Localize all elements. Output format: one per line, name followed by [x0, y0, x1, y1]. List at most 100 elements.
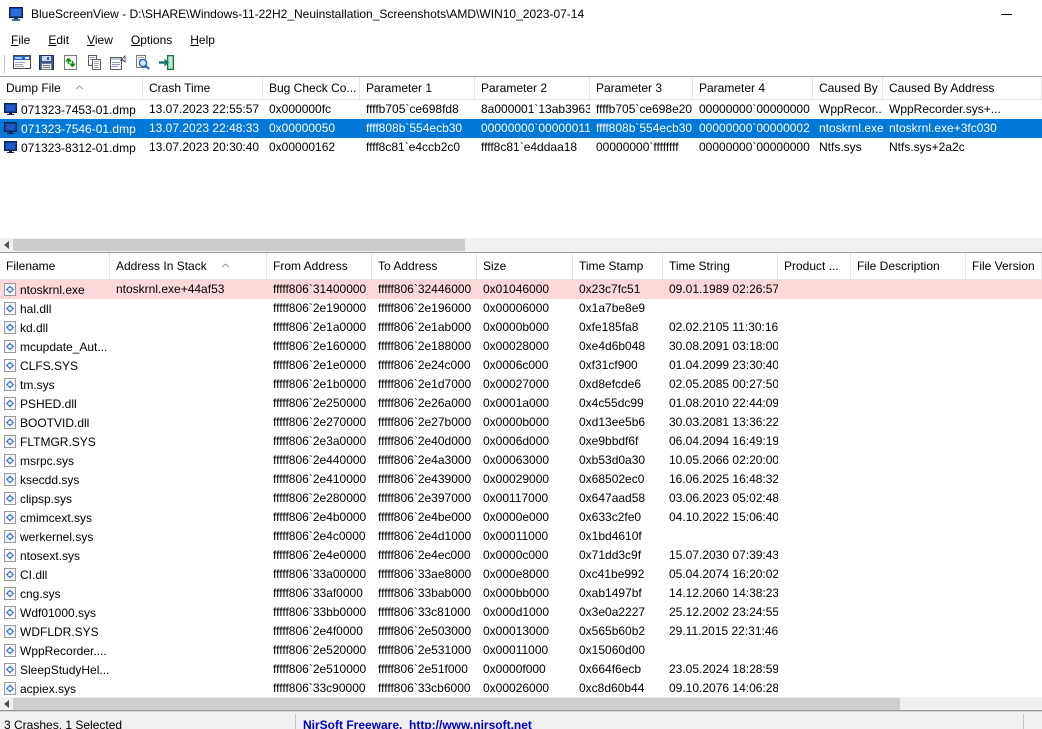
crash-dump-row[interactable]: 071323-8312-01.dmp 13.07.2023 20:30:40 0x0… [0, 138, 1042, 157]
column-header-size[interactable]: Size [477, 253, 573, 280]
module-row[interactable]: kd.dll fffff806`2e1a0000 fffff806`2e1ab000… [0, 318, 1042, 337]
title-bar: BlueScreenView - D:\SHARE\Windows-11-22H… [0, 0, 1042, 28]
nirsoft-link[interactable]: NirSoft Freeware. http://www.nirsoft.net [303, 718, 532, 729]
module-row[interactable]: SleepStudyHel... fffff806`2e510000 fffff80… [0, 660, 1042, 679]
column-header-address-in-stack[interactable]: Address In Stack [110, 253, 267, 280]
lower-scrollbar-thumb[interactable] [13, 698, 900, 710]
module-row[interactable]: msrpc.sys fffff806`2e440000 fffff806`2e4a3… [0, 451, 1042, 470]
cell-address-in-stack: ntoskrnl.exe+44af53 [116, 282, 225, 296]
module-row[interactable]: ksecdd.sys fffff806`2e410000 fffff806`2e43… [0, 470, 1042, 489]
cell-filename: FLTMGR.SYS [0, 432, 110, 451]
column-header-from-address[interactable]: From Address [267, 253, 372, 280]
cell-text: kd.dll [20, 320, 49, 335]
column-header-filename[interactable]: Filename [0, 253, 110, 280]
column-header-parameter-3[interactable]: Parameter 3 [590, 77, 693, 100]
menu-item-options[interactable]: Options [122, 30, 181, 50]
menu-item-file[interactable]: File [2, 30, 39, 50]
column-header-caused-by[interactable]: Caused By ... [813, 77, 883, 100]
lower-horizontal-scrollbar[interactable] [0, 697, 1042, 711]
column-header-label: From Address [273, 259, 348, 273]
cell-from-address: fffff806`2e520000 [273, 643, 367, 657]
cell-file-version [966, 622, 1042, 641]
cell-time-stamp: 0x71dd3c9f [579, 548, 642, 562]
window-title: BlueScreenView - D:\SHARE\Windows-11-22H… [31, 7, 585, 21]
menu-item-help[interactable]: Help [181, 30, 224, 50]
save-button[interactable] [34, 53, 58, 75]
column-header-to-address[interactable]: To Address [372, 253, 477, 280]
dump-file-icon [4, 141, 17, 154]
cell-time-stamp: 0xc41be992 [579, 567, 645, 581]
column-header-parameter-4[interactable]: Parameter 4 [693, 77, 813, 100]
crash-dump-row[interactable]: 071323-7546-01.dmp 13.07.2023 22:48:33 0x0… [0, 119, 1042, 138]
module-row[interactable]: clipsp.sys fffff806`2e280000 fffff806`2e39… [0, 489, 1042, 508]
module-row[interactable]: WDFLDR.SYS fffff806`2e4f0000 fffff806`2e50… [0, 622, 1042, 641]
module-row[interactable]: FLTMGR.SYS fffff806`2e3a0000 fffff806`2e40… [0, 432, 1042, 451]
cell-filename: ntosext.sys [0, 546, 110, 565]
column-header-product[interactable]: Product ... [778, 253, 851, 280]
dump-properties-button[interactable] [10, 53, 34, 75]
module-row[interactable]: cmimcext.sys fffff806`2e4b0000 fffff806`2e… [0, 508, 1042, 527]
cell-file-version [966, 584, 1042, 603]
scroll-left-arrow-icon[interactable] [0, 697, 13, 711]
cell-time-string: 23.05.2024 18:28:59 [669, 662, 778, 676]
column-header-parameter-2[interactable]: Parameter 2 [475, 77, 590, 100]
cell-from-address: fffff806`2e4c0000 [273, 529, 366, 543]
column-header-bug-check-co[interactable]: Bug Check Co... [263, 77, 360, 100]
cell-filename: kd.dll [0, 318, 110, 337]
cell-parameter-1: ffff808b`554ecb30 [366, 121, 463, 135]
menu-item-edit[interactable]: Edit [39, 30, 78, 50]
item-properties-button[interactable] [106, 53, 130, 75]
refresh-button[interactable] [58, 53, 82, 75]
module-row[interactable]: hal.dll fffff806`2e190000 fffff806`2e19600… [0, 299, 1042, 318]
column-header-caused-by-address[interactable]: Caused By Address [883, 77, 1042, 100]
crash-dump-row[interactable]: 071323-7453-01.dmp 13.07.2023 22:55:57 0x0… [0, 100, 1042, 119]
module-row[interactable]: PSHED.dll fffff806`2e250000 fffff806`2e26a… [0, 394, 1042, 413]
sort-ascending-icon [221, 262, 230, 268]
cell-size: 0x00013000 [483, 624, 550, 638]
cell-size: 0x00026000 [483, 681, 550, 695]
column-header-dump-file[interactable]: Dump File [0, 77, 143, 100]
module-row[interactable]: WppRecorder.... fffff806`2e520000 fffff806… [0, 641, 1042, 660]
cell-address-in-stack [110, 356, 267, 375]
cell-file-version [966, 660, 1042, 679]
column-header-parameter-1[interactable]: Parameter 1 [360, 77, 475, 100]
cell-time-stamp: 0x3e0a2227 [579, 605, 646, 619]
column-header-file-description[interactable]: File Description [851, 253, 966, 280]
column-header-time-stamp[interactable]: Time Stamp [573, 253, 663, 280]
cell-filename: mcupdate_Aut... [0, 337, 110, 356]
cell-filename: cng.sys [0, 584, 110, 603]
module-row[interactable]: CLFS.SYS fffff806`2e1e0000 fffff806`2e24c0… [0, 356, 1042, 375]
module-row[interactable]: cng.sys fffff806`33af0000 fffff806`33bab00… [0, 584, 1042, 603]
upper-horizontal-scrollbar[interactable] [0, 238, 1042, 252]
cell-to-address: fffff806`2e4a3000 [378, 453, 472, 467]
cell-size: 0x00011000 [483, 643, 549, 657]
cell-file-description [851, 508, 966, 527]
find-button[interactable] [130, 53, 154, 75]
minimize-button[interactable] [983, 0, 1029, 28]
module-row[interactable]: werkernel.sys fffff806`2e4c0000 fffff806`2… [0, 527, 1042, 546]
column-header-file-version[interactable]: File Version [966, 253, 1042, 280]
module-row[interactable]: BOOTVID.dll fffff806`2e270000 fffff806`2e2… [0, 413, 1042, 432]
properties-window-icon [13, 55, 31, 73]
cell-to-address: fffff806`2e51f000 [378, 662, 468, 676]
module-row[interactable]: CI.dll fffff806`33a00000 fffff806`33ae8000… [0, 565, 1042, 584]
cell-file-description [851, 603, 966, 622]
copy-button[interactable] [82, 53, 106, 75]
module-row[interactable]: tm.sys fffff806`2e1b0000 fffff806`2e1d7000… [0, 375, 1042, 394]
column-header-label: Parameter 4 [699, 81, 766, 95]
scroll-left-arrow-icon[interactable] [0, 238, 13, 252]
column-header-crash-time[interactable]: Crash Time [143, 77, 263, 100]
cell-time-stamp: 0xc8d60b44 [579, 681, 645, 695]
cell-crash-time: 13.07.2023 22:48:33 [149, 121, 260, 135]
module-row[interactable]: Wdf01000.sys fffff806`33bb0000 fffff806`33… [0, 603, 1042, 622]
exit-button[interactable] [154, 53, 178, 75]
module-row[interactable]: ntoskrnl.exe ntoskrnl.exe+44af53 fffff806`… [0, 280, 1042, 299]
item-properties-icon [110, 54, 126, 73]
menu-item-view[interactable]: View [78, 30, 122, 50]
module-row[interactable]: acpiex.sys fffff806`33c90000 fffff806`33cb… [0, 679, 1042, 697]
module-row[interactable]: ntosext.sys fffff806`2e4e0000 fffff806`2e4… [0, 546, 1042, 565]
column-header-time-string[interactable]: Time String [663, 253, 778, 280]
module-row[interactable]: mcupdate_Aut... fffff806`2e160000 fffff806… [0, 337, 1042, 356]
upper-scrollbar-thumb[interactable] [13, 239, 465, 251]
column-header-label: Bug Check Co... [269, 81, 357, 95]
